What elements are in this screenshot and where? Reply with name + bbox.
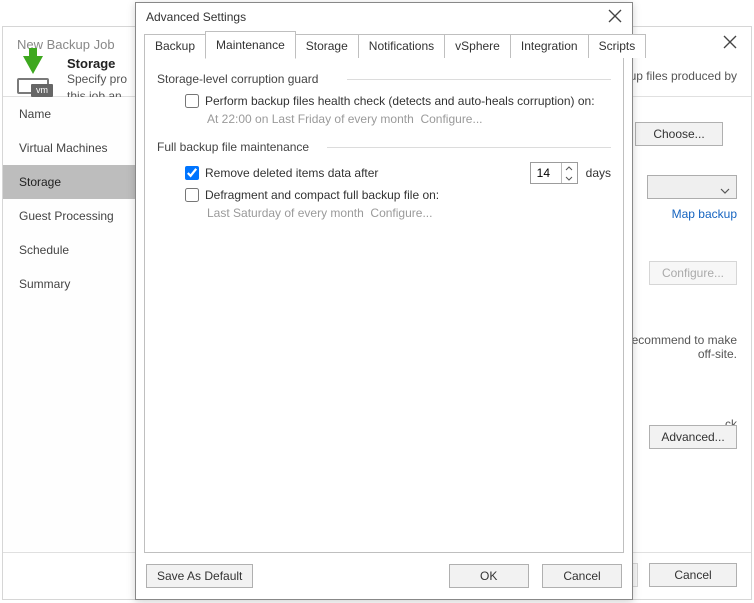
ok-button[interactable]: OK — [449, 564, 529, 588]
sidebar-item-label: Virtual Machines — [19, 141, 108, 155]
desc-fragment: up files produced by — [630, 69, 737, 83]
tab-integration[interactable]: Integration — [510, 34, 589, 58]
choose-button[interactable]: Choose... — [635, 122, 723, 146]
defragment-checkbox[interactable]: Defragment and compact full backup file … — [185, 188, 439, 202]
defragment-input[interactable] — [185, 188, 199, 202]
sidebar-item-label: Guest Processing — [19, 209, 114, 223]
tab-label: Maintenance — [216, 38, 285, 52]
map-backup-link[interactable]: Map backup — [672, 207, 737, 221]
page-title: Storage — [67, 56, 127, 71]
save-as-default-button[interactable]: Save As Default — [146, 564, 253, 588]
group-header-corruption-guard: Storage-level corruption guard — [157, 72, 611, 86]
sidebar-item-label: Storage — [19, 175, 61, 189]
sidebar-item-label: Name — [19, 107, 51, 121]
tab-label: Notifications — [369, 39, 434, 53]
desc-fragment: Specify pro — [67, 72, 127, 86]
close-icon[interactable] — [723, 35, 737, 49]
tab-maintenance[interactable]: Maintenance — [205, 31, 296, 59]
tab-vsphere[interactable]: vSphere — [444, 34, 511, 58]
tab-row: Backup Maintenance Storage Notifications… — [136, 31, 632, 58]
dialog-title-bar: Advanced Settings — [136, 3, 632, 31]
tab-label: vSphere — [455, 39, 500, 53]
repository-combo[interactable] — [647, 175, 737, 199]
schedule-text: Last Saturday of every month — [207, 206, 364, 220]
tab-label: Scripts — [599, 39, 636, 53]
cancel-button[interactable]: Cancel — [542, 564, 622, 588]
tab-label: Storage — [306, 39, 348, 53]
remove-days-unit: days — [586, 166, 611, 180]
tab-content-maintenance: Storage-level corruption guard Perform b… — [144, 58, 624, 553]
spinner-down-icon[interactable] — [562, 173, 577, 183]
storage-icon: vm — [17, 58, 57, 98]
remove-deleted-input[interactable] — [185, 166, 199, 180]
remove-days-input[interactable] — [531, 163, 561, 183]
tab-scripts[interactable]: Scripts — [588, 34, 647, 58]
spinner-up-icon[interactable] — [562, 163, 577, 173]
tab-label: Integration — [521, 39, 578, 53]
sidebar-item-label: Summary — [19, 277, 70, 291]
configure-button: Configure... — [649, 261, 737, 285]
tab-label: Backup — [155, 39, 195, 53]
health-check-label: Perform backup files health check (detec… — [205, 94, 595, 108]
dialog-title: Advanced Settings — [146, 10, 246, 24]
tab-backup[interactable]: Backup — [144, 34, 206, 58]
remove-deleted-checkbox[interactable]: Remove deleted items data after — [185, 166, 378, 180]
defragment-label: Defragment and compact full backup file … — [205, 188, 439, 202]
health-check-checkbox[interactable]: Perform backup files health check (detec… — [185, 94, 595, 108]
defragment-schedule: Last Saturday of every month Configure..… — [185, 206, 432, 220]
vm-badge: vm — [31, 84, 53, 97]
configure-health-link[interactable]: Configure... — [420, 112, 482, 126]
group-header-full-maintenance: Full backup file maintenance — [157, 140, 611, 154]
advanced-settings-dialog: Advanced Settings Backup Maintenance Sto… — [135, 2, 633, 600]
health-check-schedule: At 22:00 on Last Friday of every month C… — [185, 112, 483, 126]
advanced-button[interactable]: Advanced... — [649, 425, 737, 449]
sidebar-item-label: Schedule — [19, 243, 69, 257]
configure-defrag-link[interactable]: Configure... — [370, 206, 432, 220]
dialog-footer: Save As Default OK Cancel — [136, 553, 632, 599]
chevron-down-icon — [720, 183, 730, 197]
schedule-text: At 22:00 on Last Friday of every month — [207, 112, 414, 126]
cancel-button[interactable]: Cancel — [649, 563, 737, 587]
close-icon[interactable] — [608, 9, 622, 23]
tab-storage[interactable]: Storage — [295, 34, 359, 58]
tab-notifications[interactable]: Notifications — [358, 34, 445, 58]
health-check-input[interactable] — [185, 94, 199, 108]
remove-days-spinner[interactable] — [530, 162, 578, 184]
remove-deleted-label: Remove deleted items data after — [205, 166, 378, 180]
page-description: Specify pro — [67, 71, 127, 88]
